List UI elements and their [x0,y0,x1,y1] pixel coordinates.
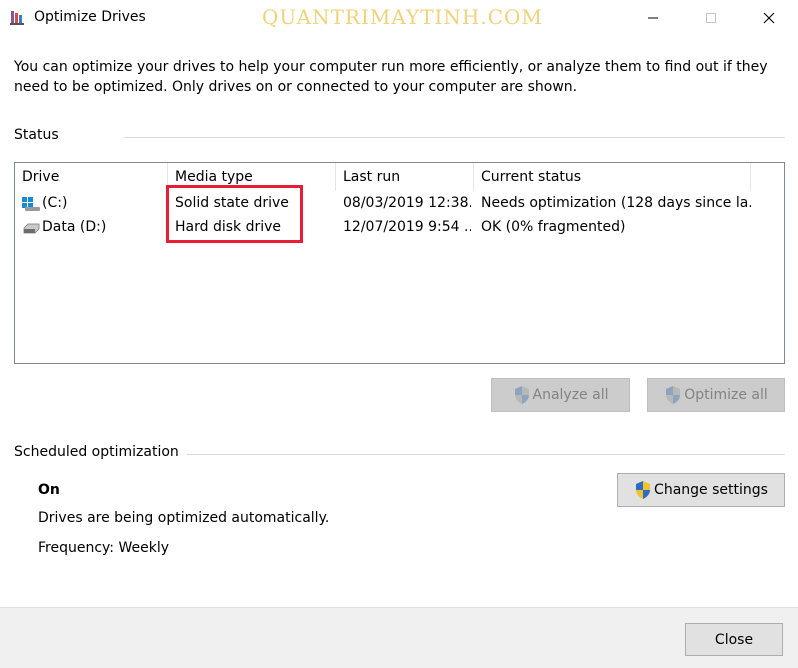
status-divider [124,137,785,138]
uac-shield-icon [666,386,681,404]
status-section-label: Status [14,127,59,143]
analyze-all-label: Analyze all [532,387,609,403]
dialog-footer [0,607,798,668]
current-status: OK (0% fragmented) [481,219,626,235]
close-button[interactable]: Close [685,623,783,656]
window-title: Optimize Drives [34,9,146,25]
column-header-drive[interactable]: Drive [15,163,168,191]
close-window-button[interactable] [746,0,792,36]
drive-name: Data (D:) [42,219,107,235]
optimize-all-button[interactable]: Optimize all [647,378,785,412]
column-header-last-run[interactable]: Last run [336,163,474,191]
maximize-icon [706,13,716,23]
drive-row-d[interactable]: Data (D:) Hard disk drive 12/07/2019 9:5… [15,215,784,239]
schedule-description: Drives are being optimized automatically… [38,510,330,526]
schedule-state: On [38,482,60,498]
optimize-drives-app-icon [10,11,24,25]
close-icon [763,12,775,24]
maximize-button[interactable] [688,0,734,36]
current-status: Needs optimization (128 days since la... [481,195,751,211]
uac-shield-icon [514,386,529,404]
last-run: 12/07/2019 9:54 ... [343,219,471,235]
windows-drive-icon [22,197,40,211]
column-header-current-status[interactable]: Current status [474,163,751,191]
drive-name: (C:) [42,195,68,211]
scheduled-section-label: Scheduled optimization [14,444,179,460]
schedule-frequency: Frequency: Weekly [38,540,170,556]
intro-description: You can optimize your drives to help you… [14,59,768,95]
title-bar: Optimize Drives QUANTRIMAYTINH.COM [0,0,798,37]
change-settings-button[interactable]: Change settings [617,473,785,507]
watermark-text: QUANTRIMAYTINH.COM [262,5,543,29]
minimize-icon [648,17,658,19]
drives-list[interactable]: Drive Media type Last run Current status… [14,162,785,364]
minimize-button[interactable] [630,0,676,36]
media-type-highlight-box [166,185,303,243]
uac-shield-icon [636,481,651,499]
hard-drive-icon [23,223,40,234]
change-settings-label: Change settings [654,482,768,498]
optimize-all-label: Optimize all [684,387,768,403]
drive-row-c[interactable]: (C:) Solid state drive 08/03/2019 12:38.… [15,191,784,215]
analyze-all-button[interactable]: Analyze all [491,378,630,412]
last-run: 08/03/2019 12:38... [343,195,471,211]
scheduled-divider [187,454,785,455]
